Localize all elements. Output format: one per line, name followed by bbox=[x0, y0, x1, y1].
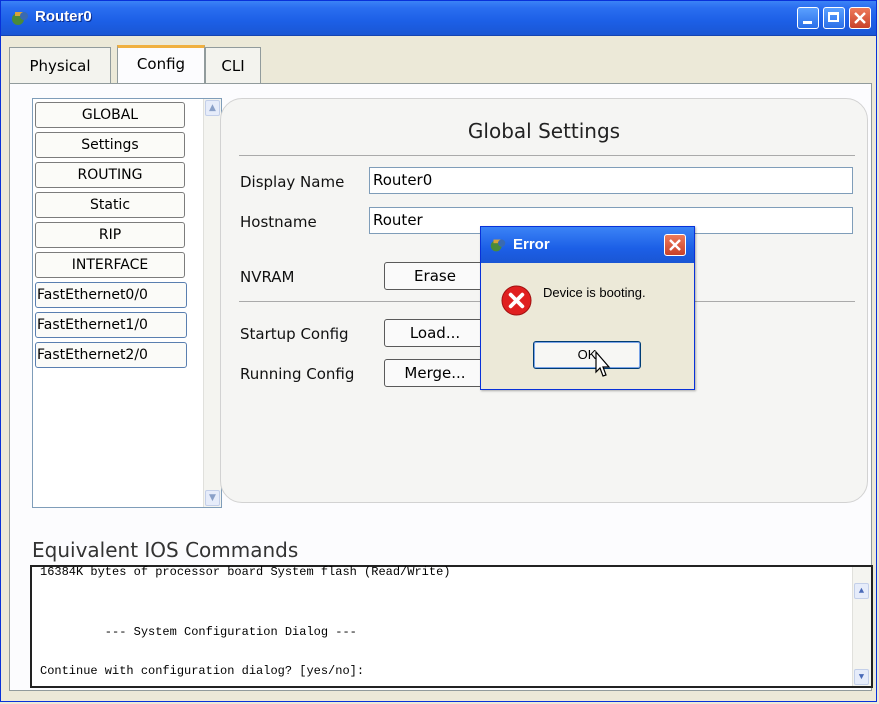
sidebar-list: GLOBAL Settings ROUTING Static RIP INTER… bbox=[32, 98, 222, 508]
dialog-title-bar[interactable]: Error bbox=[481, 227, 694, 263]
minimize-button[interactable] bbox=[797, 7, 819, 29]
ios-console[interactable]: 16384K bytes of processor board System f… bbox=[30, 565, 873, 688]
maximize-button[interactable] bbox=[823, 7, 845, 29]
erase-button[interactable]: Erase bbox=[384, 262, 486, 290]
scroll-down-icon[interactable]: ▼ bbox=[205, 490, 220, 506]
sidebar-item-rip[interactable]: RIP bbox=[35, 222, 185, 248]
sidebar-scrollbar[interactable]: ▲ ▼ bbox=[203, 99, 221, 507]
sidebar-item-settings[interactable]: Settings bbox=[35, 132, 185, 158]
error-dialog: Error Device is booting. OK bbox=[480, 226, 695, 390]
tab-physical[interactable]: Physical bbox=[9, 47, 111, 83]
sidebar-item-interface[interactable]: INTERFACE bbox=[35, 252, 185, 278]
maximize-icon bbox=[828, 12, 839, 22]
close-icon bbox=[669, 239, 681, 251]
window-title: Router0 bbox=[35, 8, 92, 25]
sidebar-item-fastethernet1-0[interactable]: FastEthernet1/0 bbox=[35, 312, 187, 338]
running-config-label: Running Config bbox=[240, 365, 355, 383]
router-window: Router0 Physical Config CLI GLOBAL Setti… bbox=[0, 0, 877, 702]
minimize-icon bbox=[803, 21, 812, 24]
title-bar[interactable]: Router0 bbox=[1, 1, 876, 36]
nvram-label: NVRAM bbox=[240, 268, 295, 286]
sidebar-item-fastethernet2-0[interactable]: FastEthernet2/0 bbox=[35, 342, 187, 368]
dialog-close-button[interactable] bbox=[664, 234, 686, 256]
scroll-down-icon[interactable]: ▼ bbox=[854, 669, 869, 685]
hostname-label: Hostname bbox=[240, 213, 317, 231]
scroll-up-icon[interactable]: ▲ bbox=[854, 583, 869, 599]
console-line: 16384K bytes of processor board System f… bbox=[40, 565, 451, 579]
load-button[interactable]: Load... bbox=[384, 319, 486, 347]
dialog-title: Error bbox=[513, 236, 550, 253]
ios-commands-label: Equivalent IOS Commands bbox=[32, 538, 299, 562]
console-scrollbar[interactable]: ▲ ▼ bbox=[852, 567, 871, 686]
mouse-pointer-icon bbox=[595, 350, 611, 377]
divider bbox=[239, 155, 855, 156]
console-line: --- System Configuration Dialog --- bbox=[40, 625, 357, 639]
display-name-field[interactable]: Router0 bbox=[369, 167, 853, 194]
display-name-label: Display Name bbox=[240, 173, 345, 191]
tab-config[interactable]: Config bbox=[117, 45, 205, 83]
sidebar-item-fastethernet0-0[interactable]: FastEthernet0/0 bbox=[35, 282, 187, 308]
console-line: Continue with configuration dialog? [yes… bbox=[40, 664, 365, 678]
close-icon bbox=[854, 12, 866, 24]
panel-title: Global Settings bbox=[467, 119, 621, 143]
router-device-icon bbox=[12, 12, 28, 25]
ok-button[interactable]: OK bbox=[533, 341, 641, 369]
merge-button[interactable]: Merge... bbox=[384, 359, 486, 387]
close-button[interactable] bbox=[849, 7, 871, 29]
router-device-icon bbox=[490, 239, 506, 252]
sidebar-item-global[interactable]: GLOBAL bbox=[35, 102, 185, 128]
error-message: Device is booting. bbox=[543, 285, 646, 300]
config-panel: GLOBAL Settings ROUTING Static RIP INTER… bbox=[9, 83, 873, 691]
sidebar-item-routing[interactable]: ROUTING bbox=[35, 162, 185, 188]
tab-cli[interactable]: CLI bbox=[205, 47, 261, 83]
startup-config-label: Startup Config bbox=[240, 325, 349, 343]
scroll-up-icon[interactable]: ▲ bbox=[205, 100, 220, 116]
error-icon bbox=[501, 285, 532, 316]
sidebar-item-static[interactable]: Static bbox=[35, 192, 185, 218]
